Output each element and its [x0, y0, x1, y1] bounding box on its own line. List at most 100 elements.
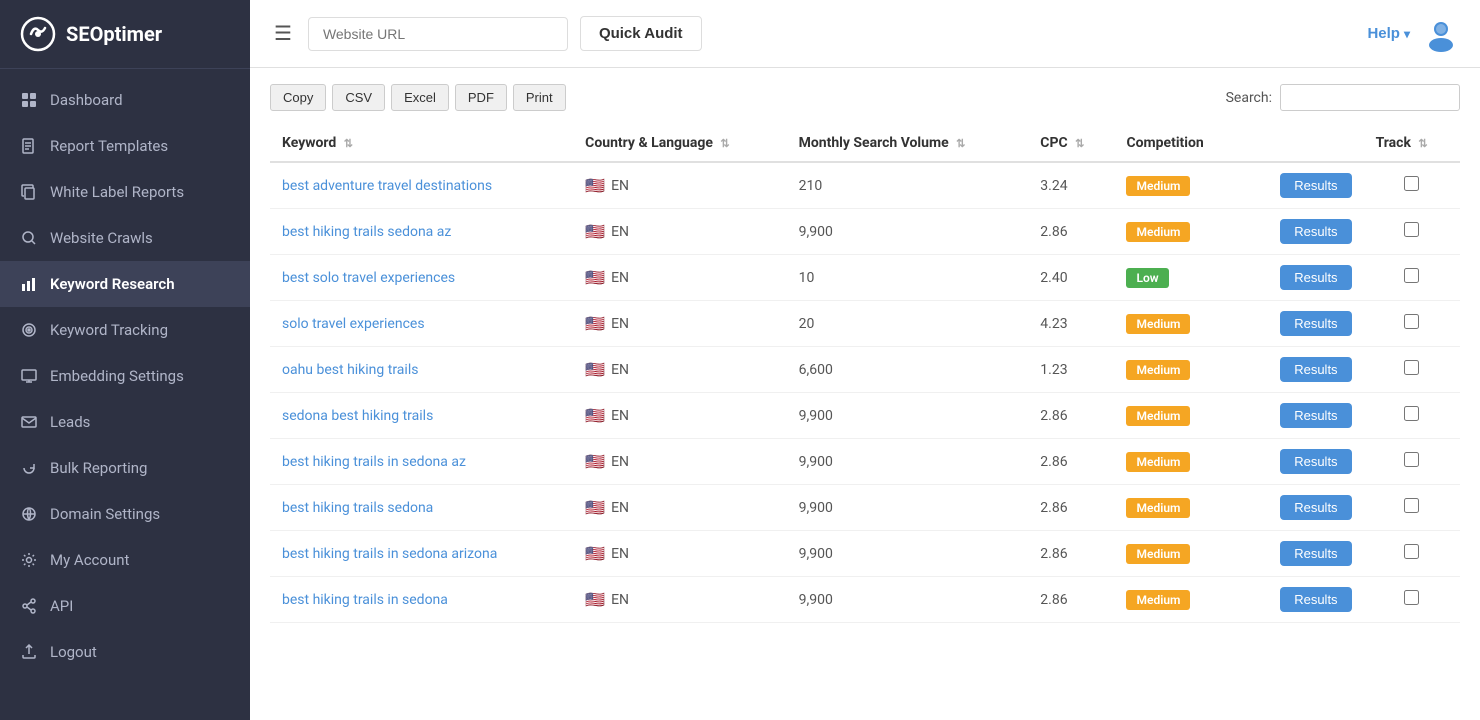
results-button[interactable]: Results: [1280, 449, 1351, 474]
cell-results: Results: [1243, 255, 1364, 301]
sidebar-item-website-crawls[interactable]: Website Crawls: [0, 215, 250, 261]
hamburger-button[interactable]: ☰: [270, 17, 296, 50]
sidebar-item-embedding-settings[interactable]: Embedding Settings: [0, 353, 250, 399]
results-button[interactable]: Results: [1280, 495, 1351, 520]
track-checkbox[interactable]: [1404, 452, 1419, 467]
sidebar-item-label: Report Templates: [50, 137, 168, 155]
track-checkbox[interactable]: [1404, 360, 1419, 375]
cpc-sort-icon[interactable]: ⇅: [1075, 137, 1084, 150]
results-button[interactable]: Results: [1280, 403, 1351, 428]
results-button[interactable]: Results: [1280, 173, 1351, 198]
sidebar-item-label: Leads: [50, 413, 90, 431]
results-button[interactable]: Results: [1280, 219, 1351, 244]
results-button[interactable]: Results: [1280, 357, 1351, 382]
sidebar-item-leads[interactable]: Leads: [0, 399, 250, 445]
country-sort-icon[interactable]: ⇅: [720, 137, 729, 150]
lang-code: EN: [611, 592, 629, 608]
sidebar-item-logout[interactable]: Logout: [0, 629, 250, 675]
table-row: best hiking trails sedona az 🇺🇸 EN 9,900…: [270, 209, 1460, 255]
track-checkbox[interactable]: [1404, 544, 1419, 559]
toolbar-copy-button[interactable]: Copy: [270, 84, 326, 111]
keyword-link[interactable]: best hiking trails sedona az: [282, 224, 451, 240]
cell-keyword: best adventure travel destinations: [270, 162, 573, 209]
flag-icon: 🇺🇸: [585, 498, 605, 517]
cell-track: [1364, 531, 1460, 577]
sidebar-item-dashboard[interactable]: Dashboard: [0, 77, 250, 123]
table-header-row: Keyword ⇅ Country & Language ⇅ Monthly S…: [270, 125, 1460, 162]
volume-sort-icon[interactable]: ⇅: [956, 137, 965, 150]
quick-audit-button[interactable]: Quick Audit: [580, 16, 702, 51]
results-button[interactable]: Results: [1280, 311, 1351, 336]
sidebar-item-keyword-tracking[interactable]: Keyword Tracking: [0, 307, 250, 353]
keyword-link[interactable]: best hiking trails sedona: [282, 500, 433, 516]
sidebar-item-keyword-research[interactable]: Keyword Research: [0, 261, 250, 307]
cell-country: 🇺🇸 EN: [573, 347, 786, 393]
competition-badge: Medium: [1126, 406, 1190, 426]
track-checkbox[interactable]: [1404, 590, 1419, 605]
website-url-input[interactable]: [308, 17, 568, 51]
track-checkbox[interactable]: [1404, 222, 1419, 237]
results-button[interactable]: Results: [1280, 265, 1351, 290]
table-row: solo travel experiences 🇺🇸 EN 20 4.23 Me…: [270, 301, 1460, 347]
sidebar-item-my-account[interactable]: My Account: [0, 537, 250, 583]
sidebar-item-label: Keyword Tracking: [50, 321, 168, 339]
cell-country: 🇺🇸 EN: [573, 162, 786, 209]
cell-competition: Medium: [1114, 162, 1242, 209]
cell-keyword: best hiking trails in sedona: [270, 577, 573, 623]
cell-country: 🇺🇸 EN: [573, 301, 786, 347]
keyword-link[interactable]: best adventure travel destinations: [282, 178, 492, 194]
cell-competition: Medium: [1114, 347, 1242, 393]
cell-track: [1364, 347, 1460, 393]
table-body: best adventure travel destinations 🇺🇸 EN…: [270, 162, 1460, 623]
cell-keyword: best solo travel experiences: [270, 255, 573, 301]
sidebar-logo[interactable]: SEOptimer: [0, 0, 250, 69]
cell-track: [1364, 393, 1460, 439]
cell-volume: 6,600: [787, 347, 1029, 393]
grid-icon: [20, 91, 38, 109]
sidebar-item-api[interactable]: API: [0, 583, 250, 629]
keyword-link[interactable]: solo travel experiences: [282, 316, 425, 332]
keyword-link[interactable]: best hiking trails in sedona: [282, 592, 448, 608]
keyword-sort-icon[interactable]: ⇅: [344, 137, 353, 150]
cell-cpc: 1.23: [1028, 347, 1114, 393]
sidebar-item-bulk-reporting[interactable]: Bulk Reporting: [0, 445, 250, 491]
track-checkbox[interactable]: [1404, 406, 1419, 421]
user-avatar[interactable]: [1422, 15, 1460, 53]
cell-competition: Medium: [1114, 301, 1242, 347]
cell-volume: 9,900: [787, 485, 1029, 531]
toolbar-csv-button[interactable]: CSV: [332, 84, 385, 111]
cell-results: Results: [1243, 162, 1364, 209]
lang-code: EN: [611, 316, 629, 332]
keyword-link[interactable]: best solo travel experiences: [282, 270, 455, 286]
keyword-table: Keyword ⇅ Country & Language ⇅ Monthly S…: [270, 125, 1460, 623]
search-input[interactable]: [1280, 84, 1460, 111]
keyword-link[interactable]: best hiking trails in sedona az: [282, 454, 466, 470]
col-volume: Monthly Search Volume ⇅: [787, 125, 1029, 162]
sidebar-item-report-templates[interactable]: Report Templates: [0, 123, 250, 169]
refresh-icon: [20, 459, 38, 477]
cell-results: Results: [1243, 439, 1364, 485]
col-results: [1243, 125, 1364, 162]
bar-chart-icon: [20, 275, 38, 293]
cell-competition: Medium: [1114, 485, 1242, 531]
track-checkbox[interactable]: [1404, 176, 1419, 191]
track-checkbox[interactable]: [1404, 314, 1419, 329]
toolbar-pdf-button[interactable]: PDF: [455, 84, 507, 111]
results-button[interactable]: Results: [1280, 587, 1351, 612]
table-toolbar: CopyCSVExcelPDFPrint Search:: [270, 84, 1460, 111]
sidebar-item-label: White Label Reports: [50, 183, 184, 201]
track-sort-icon[interactable]: ⇅: [1418, 137, 1427, 150]
results-button[interactable]: Results: [1280, 541, 1351, 566]
col-competition: Competition: [1114, 125, 1242, 162]
track-checkbox[interactable]: [1404, 498, 1419, 513]
cell-competition: Medium: [1114, 577, 1242, 623]
toolbar-excel-button[interactable]: Excel: [391, 84, 449, 111]
sidebar-item-domain-settings[interactable]: Domain Settings: [0, 491, 250, 537]
keyword-link[interactable]: best hiking trails in sedona arizona: [282, 546, 497, 562]
keyword-link[interactable]: oahu best hiking trails: [282, 362, 418, 378]
sidebar-item-white-label-reports[interactable]: White Label Reports: [0, 169, 250, 215]
toolbar-print-button[interactable]: Print: [513, 84, 566, 111]
help-button[interactable]: Help ▾: [1367, 25, 1410, 42]
keyword-link[interactable]: sedona best hiking trails: [282, 408, 433, 424]
track-checkbox[interactable]: [1404, 268, 1419, 283]
